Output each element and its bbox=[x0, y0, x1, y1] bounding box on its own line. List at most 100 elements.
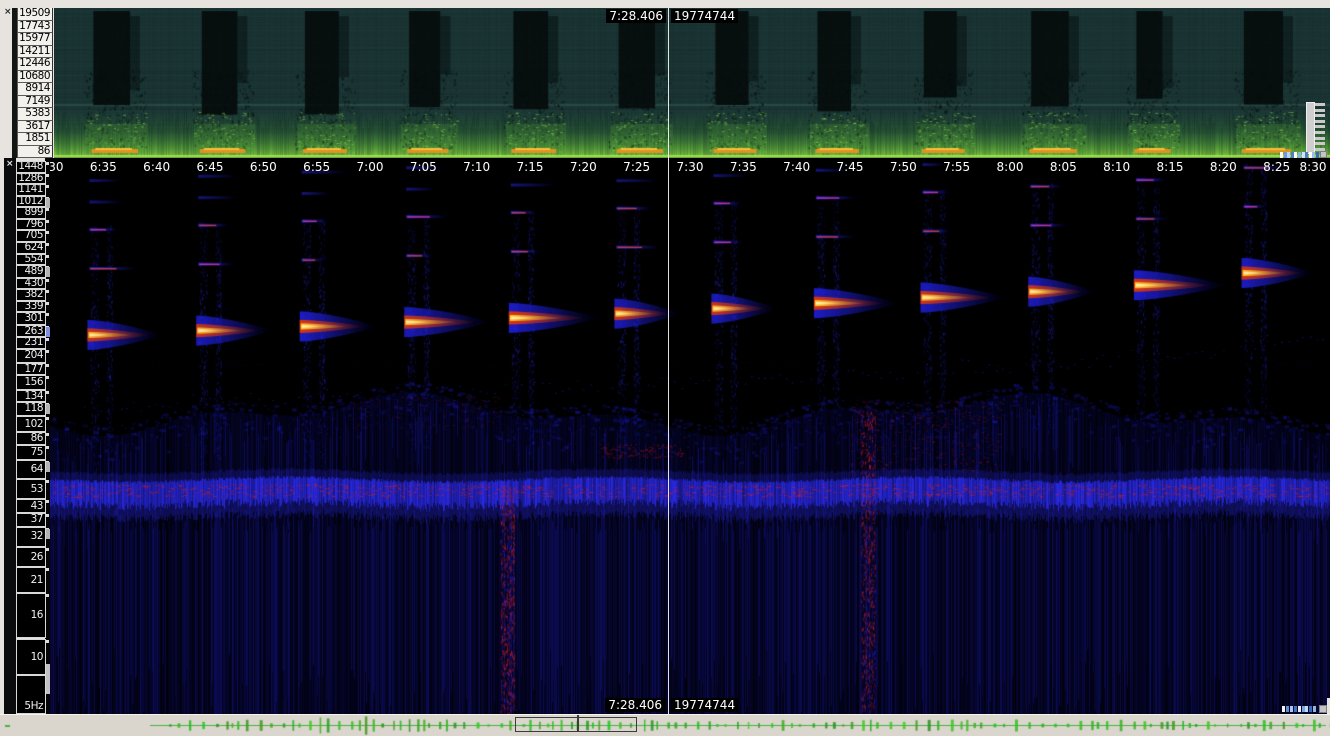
freq-marker-dot bbox=[46, 640, 49, 643]
top-spectrogram-canvas[interactable] bbox=[54, 8, 1330, 158]
freq-marker-dot bbox=[46, 594, 49, 597]
main-panel-close-icon[interactable]: × bbox=[6, 160, 14, 168]
main-freq-tick-label: 37 bbox=[16, 513, 46, 527]
mini-scrollbar-segment[interactable] bbox=[1313, 706, 1316, 712]
mini-scrollbar-segment[interactable] bbox=[1305, 706, 1308, 712]
time-tick-label: 6:45 bbox=[197, 160, 224, 174]
top-freq-tick-label: 14211 bbox=[17, 46, 53, 59]
freq-marker-dot bbox=[46, 162, 49, 165]
top-mini-scrollbar-handle[interactable] bbox=[1320, 151, 1327, 158]
main-freq-tick-label: 1448 bbox=[16, 161, 46, 172]
top-freq-tick-label: 10680 bbox=[17, 71, 53, 84]
time-tick-label: 7:40 bbox=[783, 160, 810, 174]
mini-scrollbar-segment[interactable] bbox=[1280, 152, 1283, 158]
mini-scrollbar-segment[interactable] bbox=[1290, 706, 1293, 712]
top-freq-tick-label: 8914 bbox=[17, 83, 53, 96]
mini-scrollbar-segment[interactable] bbox=[1298, 152, 1301, 158]
top-freq-tick-label: 12446 bbox=[17, 58, 53, 71]
top-freq-tick-label: 3617 bbox=[17, 121, 53, 134]
time-tick-label: 7:10 bbox=[463, 160, 490, 174]
mini-scrollbar-segment[interactable] bbox=[1309, 152, 1312, 158]
zoom-tick[interactable] bbox=[1315, 103, 1325, 106]
time-tick-label: 7:45 bbox=[837, 160, 864, 174]
freq-marker-dot bbox=[46, 350, 49, 353]
time-tick-label: 7:20 bbox=[570, 160, 597, 174]
time-tick-label: 7:05 bbox=[410, 160, 437, 174]
mini-scrollbar-segment[interactable] bbox=[1316, 152, 1319, 158]
zoom-tick[interactable] bbox=[1315, 137, 1325, 140]
time-tick-label: 6:40 bbox=[143, 160, 170, 174]
mini-scrollbar-segment[interactable] bbox=[1287, 152, 1290, 158]
mini-scrollbar-segment[interactable] bbox=[1294, 706, 1297, 712]
selection-divider-handle[interactable] bbox=[577, 715, 579, 719]
mini-scrollbar-segment[interactable] bbox=[1294, 152, 1297, 158]
freq-marker-dot bbox=[46, 313, 49, 316]
freq-marker-dot bbox=[46, 255, 49, 258]
main-freq-tick-label: 134 bbox=[16, 390, 46, 402]
freq-marker-dot bbox=[46, 174, 49, 177]
main-freq-tick-label: 899 bbox=[16, 207, 46, 219]
main-freq-tick-label: 43 bbox=[16, 499, 46, 513]
main-freq-tick-label: 705 bbox=[16, 230, 46, 242]
main-panel-left-strip bbox=[4, 158, 16, 714]
freq-marker-dot bbox=[46, 279, 49, 282]
time-tick-label: 7:15 bbox=[517, 160, 544, 174]
mini-scrollbar-segment[interactable] bbox=[1282, 706, 1285, 712]
freq-marker-dot bbox=[46, 302, 49, 305]
time-tick-label: 8:20 bbox=[1210, 160, 1237, 174]
top-spectrogram-panel: × 19509177431597714211124461068089147149… bbox=[0, 8, 1330, 158]
mini-scrollbar-segment[interactable] bbox=[1309, 706, 1312, 712]
main-freq-tick-label: 53 bbox=[16, 479, 46, 499]
main-freq-tick-label: 102 bbox=[16, 416, 46, 432]
time-tick-label: 6:35 bbox=[90, 160, 117, 174]
main-freq-tick-label: 177 bbox=[16, 363, 46, 375]
selection-box-right[interactable] bbox=[578, 717, 637, 732]
main-freq-tick-label: 1012 bbox=[16, 196, 46, 207]
freq-marker-dot bbox=[46, 376, 49, 379]
main-freq-tick-label: 382 bbox=[16, 289, 46, 300]
top-freq-tick-label: 5383 bbox=[17, 108, 53, 121]
time-tick-label: 7:30 bbox=[677, 160, 704, 174]
mini-scrollbar-segment[interactable] bbox=[1302, 152, 1305, 158]
mini-scrollbar-segment[interactable] bbox=[1291, 152, 1294, 158]
top-freq-tick-label: 17743 bbox=[17, 21, 53, 34]
mini-scrollbar-segment[interactable] bbox=[1298, 706, 1301, 712]
mini-scrollbar-segment[interactable] bbox=[1284, 152, 1287, 158]
waveform-canvas[interactable] bbox=[0, 715, 1330, 736]
zoom-tick[interactable] bbox=[1315, 131, 1325, 134]
main-freq-tick-label: 204 bbox=[16, 349, 46, 363]
zoom-tick[interactable] bbox=[1315, 142, 1325, 145]
main-spectrogram-canvas[interactable] bbox=[50, 158, 1330, 714]
mini-scrollbar-segment[interactable] bbox=[1305, 152, 1308, 158]
freq-marker-dot bbox=[46, 185, 49, 188]
main-freq-tick-label: 32 bbox=[16, 527, 46, 547]
time-tick-label: 6:55 bbox=[303, 160, 330, 174]
top-playhead-cursor[interactable] bbox=[668, 8, 669, 158]
main-freq-tick-label: 1141 bbox=[16, 184, 46, 196]
freq-marker-dot bbox=[46, 514, 49, 517]
top-vertical-scrollbar[interactable] bbox=[1306, 102, 1315, 154]
zoom-tick[interactable] bbox=[1315, 109, 1325, 112]
top-freq-tick-label: 1851 bbox=[17, 133, 53, 146]
zoom-tick[interactable] bbox=[1315, 120, 1325, 123]
zoom-tick[interactable] bbox=[1315, 125, 1325, 128]
main-freq-tick-label: 263 bbox=[16, 325, 46, 337]
mini-scrollbar-segment[interactable] bbox=[1312, 152, 1315, 158]
main-freq-tick-label: 796 bbox=[16, 219, 46, 231]
main-playhead-cursor[interactable] bbox=[668, 158, 669, 714]
freq-marker-dot bbox=[46, 417, 49, 420]
zoom-tick[interactable] bbox=[1315, 114, 1325, 117]
top-panel-close-icon[interactable]: × bbox=[4, 8, 12, 16]
selection-box-left[interactable] bbox=[515, 717, 578, 732]
main-freq-tick-label: 64 bbox=[16, 460, 46, 478]
top-freq-tick-label: 19509 bbox=[17, 8, 53, 21]
mini-scrollbar-segment[interactable] bbox=[1302, 706, 1305, 712]
main-mini-scrollbar-handle[interactable] bbox=[1319, 705, 1327, 713]
freq-marker-dot bbox=[46, 568, 49, 571]
freq-marker-dot bbox=[46, 391, 49, 394]
top-freq-tick-label: 15977 bbox=[17, 33, 53, 46]
main-freq-tick-label: 10 bbox=[16, 639, 46, 676]
main-freq-tick-label: 118 bbox=[16, 402, 46, 416]
mini-scrollbar-segment[interactable] bbox=[1286, 706, 1289, 712]
app-background: × 19509177431597714211124461068089147149… bbox=[0, 0, 1330, 736]
